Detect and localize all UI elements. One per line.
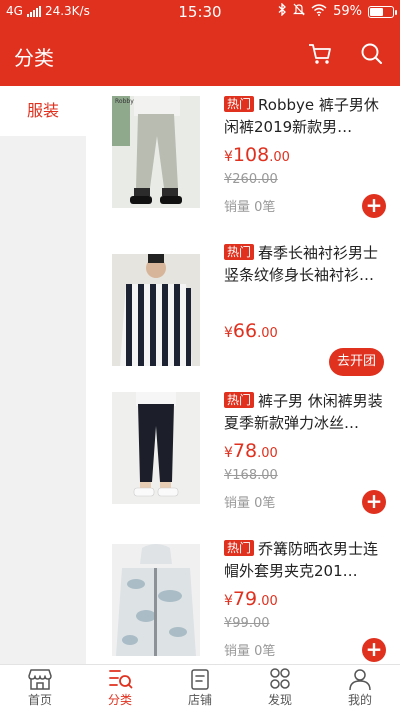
price-integer: 66 [232,320,258,342]
mute-icon [293,3,306,20]
tab-home[interactable]: 首页 [0,665,80,710]
product-info: 热门 春季长袖衬衫男士竖条纹修身长袖衬衫… [224,242,388,286]
status-right: 59% [278,2,397,20]
category-list-icon [80,667,160,691]
product-image[interactable] [112,254,200,366]
hot-badge: 热门 [224,244,255,260]
sales-count: 销量 0笔 [224,200,276,215]
price-decimal: .00 [257,594,278,609]
original-price: ¥260.00 [224,172,278,187]
tab-profile[interactable]: 我的 [320,665,400,710]
tab-discover[interactable]: 发现 [240,665,320,710]
tab-category-label: 分类 [107,693,132,707]
hot-badge: 热门 [224,96,255,112]
cart-icon[interactable] [306,40,334,68]
product-price: ¥66.00 [224,320,278,342]
price-currency: ¥ [224,593,233,609]
product-image[interactable]: Robbye [112,96,200,208]
status-bar: 4G 24.3K/s 15:30 59% [0,0,400,24]
tab-discover-label: 发现 [267,693,292,707]
product-card[interactable]: 热门 乔篝防晒衣男士连帽外套男夹克201… ¥79.00 ¥99.00 销量 0笔… [86,530,400,664]
original-price: ¥99.00 [224,616,270,631]
product-card[interactable]: 热门 裤子男 休闲裤男装夏季新款弹力冰丝… ¥78.00 ¥168.00 销量 0… [86,382,400,530]
price-integer: 108 [232,144,270,166]
product-info: 热门 乔篝防晒衣男士连帽外套男夹克201… [224,538,388,582]
product-info: 热门 Robbye 裤子男休闲裤2019新款男… [224,94,388,138]
price-decimal: .00 [257,446,278,461]
add-to-cart-button[interactable]: + [362,194,386,218]
tab-store[interactable]: 店铺 [160,665,240,710]
price-currency: ¥ [224,325,233,341]
app-header: 4G 24.3K/s 15:30 59% 分类 [0,0,400,86]
product-image[interactable] [112,544,200,656]
tab-home-label: 首页 [27,693,52,707]
wifi-icon [311,3,327,20]
add-to-cart-button[interactable]: + [362,638,386,662]
sales-count: 销量 0笔 [224,644,276,659]
category-sidebar: 服装 [0,86,86,664]
tab-profile-label: 我的 [347,693,372,707]
product-list[interactable]: Robbye 热门 Robbye 裤子男休闲裤2019新款男… ¥108.00 ¥… [86,86,400,664]
price-currency: ¥ [224,445,233,461]
bluetooth-icon [278,2,287,20]
store-receipt-icon [160,667,240,691]
category-item-clothing[interactable]: 服装 [0,86,86,136]
product-price: ¥108.00 [224,144,290,166]
sales-count: 销量 0笔 [224,496,276,511]
shop-front-icon [0,667,80,691]
hot-badge: 热门 [224,392,255,408]
tab-category[interactable]: 分类 [80,665,160,710]
tab-store-label: 店铺 [187,693,212,707]
product-image[interactable] [112,392,200,504]
product-info: 热门 裤子男 休闲裤男装夏季新款弹力冰丝… [224,390,388,434]
price-currency: ¥ [224,149,233,165]
product-price: ¥78.00 [224,440,278,462]
product-card[interactable]: 热门 春季长袖衬衫男士竖条纹修身长袖衬衫… ¥66.00 去开团 [86,234,400,382]
start-group-buy-button[interactable]: 去开团 [328,348,384,376]
price-decimal: .00 [269,150,290,165]
add-to-cart-button[interactable]: + [362,490,386,514]
bottom-nav: 首页 分类 店铺 发现 我的 [0,664,400,710]
price-integer: 78 [232,440,258,462]
price-integer: 79 [232,588,258,610]
product-title[interactable]: 热门 裤子男 休闲裤男装夏季新款弹力冰丝… [224,390,388,434]
search-icon[interactable] [358,40,386,68]
original-price: ¥168.00 [224,468,278,483]
hot-badge: 热门 [224,540,255,556]
discover-grid-icon [240,667,320,691]
page-title: 分类 [14,46,54,70]
product-card[interactable]: Robbye 热门 Robbye 裤子男休闲裤2019新款男… ¥108.00 ¥… [86,86,400,234]
battery-percent: 59% [333,4,362,19]
price-decimal: .00 [257,326,278,341]
product-price: ¥79.00 [224,588,278,610]
person-icon [320,667,400,691]
product-title[interactable]: 热门 Robbye 裤子男休闲裤2019新款男… [224,94,388,138]
product-title[interactable]: 热门 乔篝防晒衣男士连帽外套男夹克201… [224,538,388,582]
battery-icon [368,5,397,18]
product-title[interactable]: 热门 春季长袖衬衫男士竖条纹修身长袖衬衫… [224,242,388,286]
